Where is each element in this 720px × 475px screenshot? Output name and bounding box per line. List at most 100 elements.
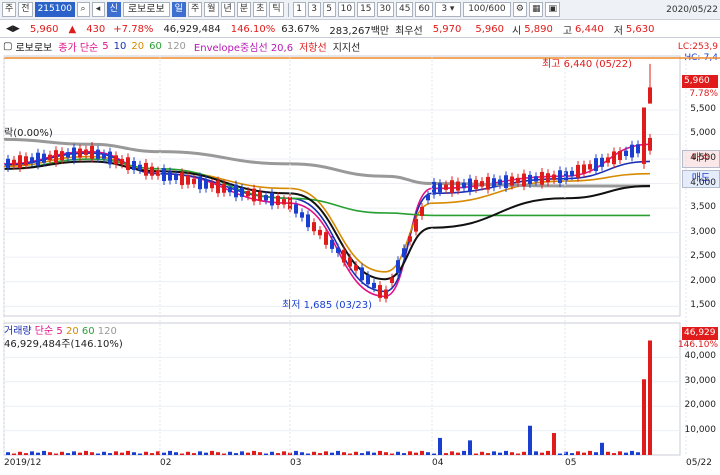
period-month-tab[interactable]: 월 [204,2,219,17]
search-icon[interactable]: ⌕ [76,2,90,17]
legend-ma120[interactable]: 120 [167,41,186,52]
candle-body [234,184,238,198]
volume-bar [468,440,472,455]
best-ask: 5,970 [432,23,462,35]
volume-bar [480,451,484,455]
tool-left-1[interactable]: 주 [2,2,17,17]
interval-10[interactable]: 10 [337,2,356,17]
interval-3[interactable]: 3 [307,2,321,17]
period-day-tab[interactable]: 일 [171,2,186,17]
candle-body [606,157,610,163]
price-tick-label: 3,500 [690,202,716,213]
candle-body [408,236,412,242]
volume-bar [126,450,130,455]
candle-body [204,179,208,189]
volume-bar [168,450,172,455]
period-week-tab[interactable]: 주 [187,2,203,17]
candle-body [582,164,586,174]
interval-1[interactable]: 1 [292,2,306,17]
legend-ma5[interactable]: 5 [102,41,108,52]
candle-body [270,192,274,206]
candle-body [384,289,388,299]
volume-pct: 146.10% [677,340,718,350]
interval-select-value: 3 [441,4,448,14]
grid-icon[interactable]: ▦ [528,2,544,17]
interval-5[interactable]: 5 [322,2,336,17]
open-label: 시 [512,25,522,37]
legend-stock-name[interactable]: 로보로보 [15,39,52,54]
sound-icon[interactable]: ◂ [91,2,105,17]
volume-bar [42,450,46,455]
legend-ma10[interactable]: 10 [114,41,127,52]
volume-current-box: 46,929 [682,327,718,340]
period-tick-tab[interactable]: 틱 [269,2,284,17]
legend-resistance[interactable]: 저항선 [299,39,327,54]
candle-body [504,175,508,189]
collapse-icon[interactable]: ▢ [3,41,12,52]
period-year-tab[interactable]: 년 [220,2,235,17]
volume-bar [540,452,544,455]
candle-body [552,174,556,180]
candle-body [246,190,250,197]
volume-bar [150,453,154,455]
volume-bar [210,450,214,455]
candle-body [522,173,526,187]
volume-bar [372,452,376,455]
candle-body [558,170,562,184]
volume-bar [582,452,586,455]
legend-ma-label[interactable]: 종가 단순 [58,39,98,54]
volume-bar [360,453,364,455]
period-min-tab[interactable]: 분 [236,2,252,17]
candle-body [36,152,40,166]
x-tick-label: 03 [290,458,302,468]
volume-bar [594,452,598,455]
low-price: 5,630 [625,23,655,35]
candle-body [228,186,232,193]
candle-body [162,168,166,182]
candle-body [168,171,172,181]
volume-bar [144,451,148,455]
candle-body [648,137,652,151]
volume-bar [54,453,58,455]
volume-bar [216,452,220,455]
candle-body [342,249,346,263]
current-price: 5,960 [29,23,59,35]
price-panel [3,55,720,317]
interval-60[interactable]: 60 [415,2,433,17]
count-field[interactable]: 100/600 [462,2,511,17]
volume-tick-label: 40,000 [684,351,717,362]
candle-body [492,178,496,188]
volume-value: 46,929,484 [163,23,221,35]
tool-left-2[interactable]: 전 [18,2,33,17]
legend-ma20[interactable]: 20 [131,41,144,52]
candle-body [450,180,454,193]
candle-body [420,206,424,216]
volume-bar [600,442,604,455]
candle-body [630,144,634,158]
interval-select[interactable]: 3 ▾ [434,2,461,17]
lock-icon[interactable]: ▣ [545,2,560,17]
settings-icon[interactable]: ⚙ [512,2,527,17]
candle-body [576,164,580,178]
stock-code-input[interactable]: 215100 [34,2,75,17]
interval-15[interactable]: 15 [357,2,375,17]
legend-support[interactable]: 지지선 [333,39,361,54]
candle-body [348,257,352,267]
candle-body [42,153,46,163]
volume-bar [186,451,190,455]
change-percent: +7.78% [113,23,154,35]
period-sec-tab[interactable]: 초 [253,2,268,17]
volume-ratio: 146.10% [230,23,276,35]
chart-canvas[interactable] [0,54,720,475]
open-price: 5,890 [524,23,553,35]
candle-body [516,177,520,184]
legend-ma60[interactable]: 60 [149,41,162,52]
volume-bar [24,453,28,455]
expand-icon[interactable]: ◀▶ [6,24,20,34]
price-tick-label: 5,500 [690,103,716,114]
legend-envelope[interactable]: Envelope중심선 20,6 [194,39,293,54]
volume-bar [174,452,178,455]
candle-body [426,194,430,201]
interval-45[interactable]: 45 [395,2,414,17]
interval-30[interactable]: 30 [376,2,394,17]
